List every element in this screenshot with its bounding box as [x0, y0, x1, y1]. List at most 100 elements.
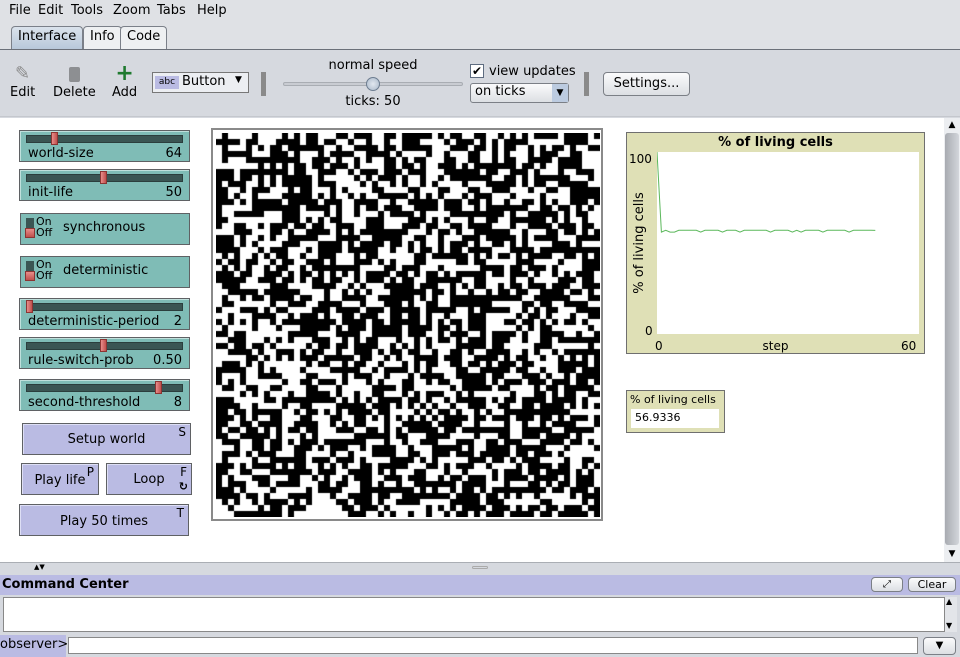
- command-input[interactable]: [68, 637, 918, 654]
- slider-label: deterministic-period: [28, 314, 160, 329]
- slider-label: rule-switch-prob: [28, 353, 134, 368]
- switch-label: deterministic: [63, 263, 149, 278]
- scroll-down-icon[interactable]: ▼: [946, 621, 952, 630]
- setup-world-button[interactable]: Setup world S: [22, 423, 191, 455]
- loop-button[interactable]: Loop F ↻: [106, 463, 192, 495]
- button-label: Play life: [34, 473, 86, 488]
- command-output[interactable]: [3, 597, 945, 632]
- delete-label: Delete: [53, 85, 96, 100]
- interface-scrollbar[interactable]: ▲ ▼: [944, 118, 960, 562]
- ticks-counter: ticks: 50: [345, 94, 401, 109]
- world-view[interactable]: [211, 128, 603, 521]
- widget-type-value: Button: [182, 74, 226, 89]
- plot-area: [657, 152, 919, 334]
- play-life-button[interactable]: Play life P: [21, 463, 99, 495]
- scroll-thumb[interactable]: [945, 133, 959, 545]
- splitter-grip-icon[interactable]: [472, 566, 488, 569]
- command-output-scrollbar[interactable]: ▲ ▼: [945, 597, 957, 632]
- slider-knob[interactable]: [100, 171, 107, 184]
- shortcut-key: T: [176, 506, 184, 520]
- cell-grid[interactable]: [216, 133, 600, 517]
- slider-knob[interactable]: [51, 132, 59, 145]
- y-tick-max: 100: [629, 152, 652, 166]
- menu-tabs[interactable]: Tabs: [157, 3, 186, 18]
- chevron-down-icon: ▼: [935, 640, 944, 651]
- plot-background: [657, 152, 919, 334]
- plus-icon: +: [115, 61, 134, 86]
- button-label: Loop: [133, 472, 165, 487]
- switch-knob[interactable]: [25, 228, 35, 238]
- slider-label: second-threshold: [28, 395, 141, 410]
- toolbar-separator: [584, 72, 589, 96]
- slider-label: init-life: [28, 185, 74, 200]
- slider-knob[interactable]: [100, 339, 107, 352]
- scroll-up-icon[interactable]: ▲: [946, 597, 952, 606]
- switch-on-off-label: On Off: [36, 215, 53, 239]
- slider-deterministic-period[interactable]: deterministic-period 2: [19, 298, 190, 330]
- slider-track[interactable]: [26, 135, 183, 143]
- toolbar-separator: [261, 72, 266, 96]
- plot-living-cells[interactable]: % of living cells % of living cells 100 …: [626, 132, 925, 354]
- switch-on-off-label: On Off: [36, 258, 53, 282]
- monitor-value: 56.9336: [631, 409, 719, 428]
- slider-knob[interactable]: [154, 381, 162, 394]
- splitter-arrows-icon[interactable]: ▲▼: [34, 563, 45, 571]
- slider-value: 2: [173, 314, 182, 329]
- slider-world-size[interactable]: world-size 64: [19, 130, 190, 162]
- slider-value: 8: [173, 395, 182, 410]
- shortcut-key: P: [86, 465, 94, 479]
- view-updates-checkbox[interactable]: ✔: [470, 64, 484, 78]
- slider-track[interactable]: [26, 303, 183, 311]
- switch-knob[interactable]: [25, 271, 35, 281]
- tab-interface[interactable]: Interface: [11, 26, 84, 49]
- button-label: Play 50 times: [59, 514, 149, 529]
- slider-value: 0.50: [153, 353, 182, 368]
- expand-button[interactable]: ⤢: [871, 577, 903, 592]
- menu-bar: File Edit Tools Zoom Tabs Help: [0, 0, 960, 22]
- add-button[interactable]: + Add: [112, 61, 137, 101]
- widget-type-select[interactable]: abc Button ▼: [152, 72, 249, 93]
- scroll-down-icon[interactable]: ▼: [945, 547, 959, 561]
- slider-rule-switch-prob[interactable]: rule-switch-prob 0.50: [19, 337, 190, 369]
- button-widget-icon: abc: [155, 76, 179, 89]
- menu-file[interactable]: File: [9, 3, 31, 18]
- shortcut-key: F: [180, 465, 187, 479]
- slider-knob[interactable]: [26, 300, 33, 313]
- plot-xlabel: step: [762, 339, 789, 353]
- switch-deterministic[interactable]: On Off deterministic: [20, 256, 190, 288]
- menu-edit[interactable]: Edit: [38, 3, 63, 18]
- command-history-button[interactable]: ▼: [923, 637, 956, 655]
- trash-icon: [53, 63, 96, 85]
- tab-info[interactable]: Info: [83, 26, 122, 49]
- edit-button[interactable]: ✎ Edit: [10, 63, 35, 100]
- menu-zoom[interactable]: Zoom: [113, 3, 150, 18]
- settings-button[interactable]: Settings...: [603, 72, 690, 96]
- plot-ylabel: % of living cells: [632, 192, 647, 294]
- slider-init-life[interactable]: init-life 50: [19, 169, 190, 201]
- menu-tools[interactable]: Tools: [71, 3, 103, 18]
- slider-second-threshold[interactable]: second-threshold 8: [19, 379, 190, 411]
- chevron-down-icon: ▼: [235, 75, 242, 85]
- update-mode-select[interactable]: on ticks ▼: [470, 83, 569, 103]
- menu-help[interactable]: Help: [197, 3, 227, 18]
- tab-bar: Interface Info Code: [0, 22, 960, 50]
- slider-label: world-size: [28, 146, 94, 161]
- slider-value: 64: [165, 146, 182, 161]
- delete-button[interactable]: Delete: [53, 63, 96, 100]
- tab-code[interactable]: Code: [120, 26, 168, 49]
- update-mode-value: on ticks: [475, 84, 526, 99]
- speed-slider-knob[interactable]: [366, 77, 380, 91]
- edit-label: Edit: [10, 85, 36, 100]
- pane-splitter[interactable]: ▲▼: [0, 562, 960, 575]
- scroll-up-icon[interactable]: ▲: [945, 118, 959, 132]
- pencil-icon: ✎: [15, 63, 31, 84]
- switch-synchronous[interactable]: On Off synchronous: [20, 213, 190, 245]
- slider-value: 50: [165, 185, 182, 200]
- view-updates-label: view updates: [489, 64, 576, 79]
- clear-button[interactable]: Clear: [908, 577, 956, 592]
- forever-icon: ↻: [178, 480, 188, 493]
- agent-type-selector[interactable]: observer>: [0, 635, 68, 657]
- play-50-times-button[interactable]: Play 50 times T: [19, 504, 189, 536]
- switch-label: synchronous: [63, 220, 146, 235]
- monitor-living-cells: % of living cells 56.9336: [626, 390, 725, 433]
